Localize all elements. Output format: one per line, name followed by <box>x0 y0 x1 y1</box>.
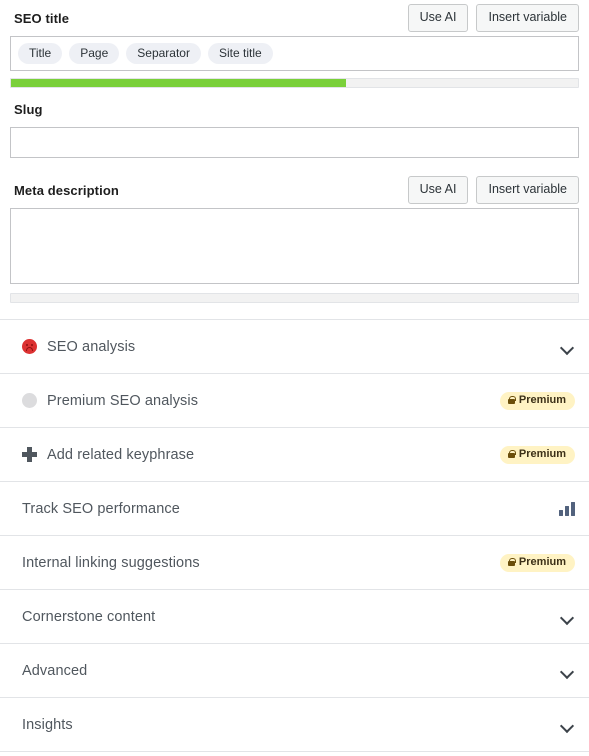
slug-input[interactable] <box>10 127 579 158</box>
lock-icon <box>507 396 516 404</box>
meta-description-label: Meta description <box>14 182 119 198</box>
gray-dot-icon <box>22 393 37 408</box>
plus-icon <box>22 447 37 462</box>
meta-description-input[interactable] <box>10 208 579 284</box>
panel-title-internal-linking-suggestions: Internal linking suggestions <box>22 554 200 571</box>
lock-icon <box>507 450 516 458</box>
status-badge-premium: Premium <box>499 553 575 572</box>
bad-score-icon <box>22 339 37 354</box>
seo-title-insert-variable-button[interactable]: Insert variable <box>476 4 579 32</box>
chevron-down-icon[interactable] <box>559 609 575 625</box>
premium-badge-label: Premium <box>518 393 566 406</box>
seo-title-use-ai-button[interactable]: Use AI <box>407 4 469 32</box>
variable-pill-title[interactable]: Title <box>18 43 63 64</box>
panel-row-premium-seo-analysis[interactable]: Premium SEO analysis Premium <box>0 374 589 428</box>
meta-description-field-header: Meta description Use AI Insert variable <box>10 172 579 208</box>
seo-panel-list: SEO analysis Premium SEO analysis Premiu… <box>0 319 589 752</box>
panel-row-insights[interactable]: Insights <box>0 698 589 752</box>
panel-row-add-related-keyphrase[interactable]: Add related keyphrase Premium <box>0 428 589 482</box>
panel-title-cornerstone-content: Cornerstone content <box>22 608 156 625</box>
panel-row-seo-analysis[interactable]: SEO analysis <box>0 320 589 374</box>
panel-row-track-seo-performance[interactable]: Track SEO performance <box>0 482 589 536</box>
panel-title-track-seo-performance: Track SEO performance <box>22 500 180 517</box>
seo-title-length-progress-fill <box>11 79 346 87</box>
chevron-down-icon[interactable] <box>559 339 575 355</box>
panel-title-premium-seo-analysis: Premium SEO analysis <box>47 392 199 409</box>
variable-pill-site-title[interactable]: Site title <box>207 43 273 64</box>
meta-description-actions: Use AI Insert variable <box>407 176 579 204</box>
seo-title-field-header: SEO title Use AI Insert variable <box>10 0 579 36</box>
seo-title-input[interactable]: Title Page Separator Site title <box>10 36 579 71</box>
premium-badge-label: Premium <box>518 555 566 568</box>
seo-title-length-progress-bar <box>10 78 579 88</box>
variable-pill-separator[interactable]: Separator <box>126 43 201 64</box>
panel-row-cornerstone-content[interactable]: Cornerstone content <box>0 590 589 644</box>
premium-badge-label: Premium <box>518 447 566 460</box>
meta-description-use-ai-button[interactable]: Use AI <box>407 176 469 204</box>
slug-field-header: Slug <box>10 91 579 127</box>
status-badge-premium: Premium <box>499 445 575 464</box>
lock-icon <box>507 558 516 566</box>
variable-pill-page[interactable]: Page <box>69 43 120 64</box>
meta-description-length-progress-bar <box>10 293 579 303</box>
panel-row-advanced[interactable]: Advanced <box>0 644 589 698</box>
panel-title-advanced: Advanced <box>22 662 88 679</box>
bar-chart-icon[interactable] <box>559 501 575 516</box>
seo-title-actions: Use AI Insert variable <box>407 4 579 32</box>
chevron-down-icon[interactable] <box>559 717 575 733</box>
status-badge-premium: Premium <box>499 391 575 410</box>
slug-label: Slug <box>14 101 43 117</box>
panel-title-add-related-keyphrase: Add related keyphrase <box>47 446 195 463</box>
panel-title-seo-analysis: SEO analysis <box>47 338 136 355</box>
chevron-down-icon[interactable] <box>559 663 575 679</box>
panel-title-insights: Insights <box>22 716 73 733</box>
panel-row-internal-linking-suggestions[interactable]: Internal linking suggestions Premium <box>0 536 589 590</box>
meta-description-insert-variable-button[interactable]: Insert variable <box>476 176 579 204</box>
seo-title-label: SEO title <box>14 10 70 26</box>
seo-metadata-editor: SEO title Use AI Insert variable Title P… <box>0 0 589 303</box>
